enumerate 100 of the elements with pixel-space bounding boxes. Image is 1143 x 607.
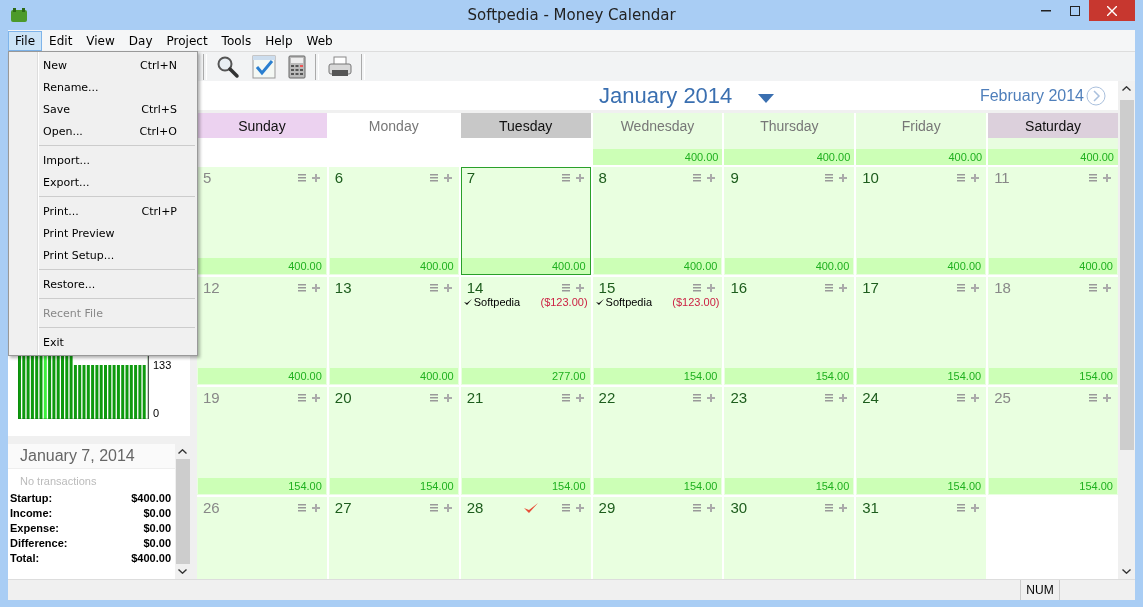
add-icon[interactable] (311, 393, 320, 402)
add-icon[interactable] (1103, 173, 1111, 182)
calculator-icon[interactable] (288, 54, 306, 79)
add-icon[interactable] (1103, 283, 1111, 292)
list-icon[interactable] (561, 173, 570, 182)
list-icon[interactable] (825, 393, 834, 402)
list-icon[interactable] (297, 503, 306, 512)
list-icon[interactable] (429, 283, 438, 292)
list-icon[interactable] (297, 173, 306, 182)
menu-item[interactable]: Project (159, 30, 215, 51)
add-icon[interactable] (443, 393, 452, 402)
scroll-up-icon[interactable] (178, 449, 187, 454)
add-icon[interactable] (839, 503, 848, 512)
menu-option[interactable]: Rename... (9, 76, 197, 98)
day-cell[interactable]: 30 (724, 497, 855, 579)
day-cell[interactable]: 6 400.00 (328, 167, 459, 275)
list-icon[interactable] (561, 393, 570, 402)
magnifier-icon[interactable] (216, 54, 240, 79)
scroll-down-icon[interactable] (178, 569, 187, 574)
add-icon[interactable] (839, 173, 848, 182)
add-icon[interactable] (575, 283, 584, 292)
menu-option[interactable]: Save Ctrl+S (9, 98, 197, 120)
scroll-up-icon[interactable] (1122, 86, 1131, 91)
menu-item[interactable]: Web (299, 30, 340, 51)
add-icon[interactable] (707, 173, 716, 182)
list-icon[interactable] (1089, 393, 1097, 402)
add-icon[interactable] (839, 393, 848, 402)
next-month-link[interactable]: February 2014 (977, 86, 1086, 105)
add-icon[interactable] (971, 283, 980, 292)
add-icon[interactable] (311, 503, 320, 512)
add-icon[interactable] (575, 393, 584, 402)
list-icon[interactable] (429, 393, 438, 402)
list-icon[interactable] (957, 503, 966, 512)
day-cell[interactable]: 9 400.00 (724, 167, 855, 275)
menu-option[interactable]: Export... (9, 171, 197, 193)
menu-option[interactable]: Exit (9, 331, 197, 353)
day-cell[interactable]: 8 400.00 (592, 167, 723, 275)
menu-option[interactable]: Restore... (9, 273, 197, 295)
close-button[interactable] (1089, 0, 1135, 21)
menu-option[interactable]: Open... Ctrl+O (9, 120, 197, 142)
add-icon[interactable] (443, 503, 452, 512)
menu-option[interactable]: Import... (9, 149, 197, 171)
add-icon[interactable] (443, 173, 452, 182)
add-icon[interactable] (575, 503, 584, 512)
menu-option[interactable]: Print Preview (9, 222, 197, 244)
day-cell[interactable]: 10 400.00 (856, 167, 987, 275)
list-icon[interactable] (693, 503, 702, 512)
add-icon[interactable] (971, 393, 980, 402)
list-icon[interactable] (297, 393, 306, 402)
add-icon[interactable] (311, 283, 320, 292)
day-cell[interactable]: 31 (856, 497, 987, 579)
menu-item[interactable]: Help (258, 30, 300, 51)
menu-option[interactable]: Print Setup... (9, 244, 197, 266)
add-icon[interactable] (707, 503, 716, 512)
list-icon[interactable] (429, 173, 438, 182)
list-icon[interactable] (693, 393, 702, 402)
day-cell[interactable]: 28 (460, 497, 591, 579)
menu-option[interactable]: Print... Ctrl+P (9, 200, 197, 222)
day-cell[interactable]: 14 Softpedia ($123.00) 277.00 (460, 277, 591, 385)
list-icon[interactable] (825, 503, 834, 512)
day-cell[interactable]: 13 400.00 (328, 277, 459, 385)
add-icon[interactable] (575, 173, 584, 182)
list-icon[interactable] (1089, 173, 1097, 182)
menu-item[interactable]: Edit (42, 30, 80, 51)
day-cell[interactable]: 29 (592, 497, 723, 579)
list-icon[interactable] (957, 283, 966, 292)
menu-item[interactable]: Day (121, 30, 160, 51)
add-icon[interactable] (971, 173, 980, 182)
menu-item[interactable]: File (8, 30, 43, 51)
dropdown-caret-icon[interactable] (758, 94, 775, 103)
add-icon[interactable] (707, 393, 716, 402)
day-cell[interactable]: 20 154.00 (328, 387, 459, 495)
add-icon[interactable] (707, 283, 716, 292)
menu-item[interactable]: View (79, 30, 122, 51)
day-cell[interactable]: 24 154.00 (856, 387, 987, 495)
printer-icon[interactable] (328, 55, 352, 78)
day-cell[interactable]: 15 Softpedia ($123.00) 154.00 (592, 277, 723, 385)
list-icon[interactable] (693, 173, 702, 182)
list-icon[interactable] (957, 173, 966, 182)
add-icon[interactable] (839, 283, 848, 292)
menu-option[interactable]: New Ctrl+N (9, 54, 197, 76)
day-cell[interactable]: 17 154.00 (856, 277, 987, 385)
menu-item[interactable]: Tools (214, 30, 259, 51)
list-icon[interactable] (561, 283, 570, 292)
day-cell[interactable]: 16 154.00 (724, 277, 855, 385)
list-icon[interactable] (693, 283, 702, 292)
add-icon[interactable] (1103, 393, 1111, 402)
day-cell[interactable]: 23 154.00 (724, 387, 855, 495)
add-icon[interactable] (971, 503, 980, 512)
list-icon[interactable] (297, 283, 306, 292)
list-icon[interactable] (429, 503, 438, 512)
add-icon[interactable] (443, 283, 452, 292)
list-icon[interactable] (825, 173, 834, 182)
scroll-down-icon[interactable] (1122, 569, 1131, 574)
day-cell[interactable]: 21 154.00 (460, 387, 591, 495)
day-cell[interactable]: 27 (328, 497, 459, 579)
list-icon[interactable] (561, 503, 570, 512)
list-icon[interactable] (825, 283, 834, 292)
day-cell[interactable]: 22 154.00 (592, 387, 723, 495)
list-icon[interactable] (957, 393, 966, 402)
